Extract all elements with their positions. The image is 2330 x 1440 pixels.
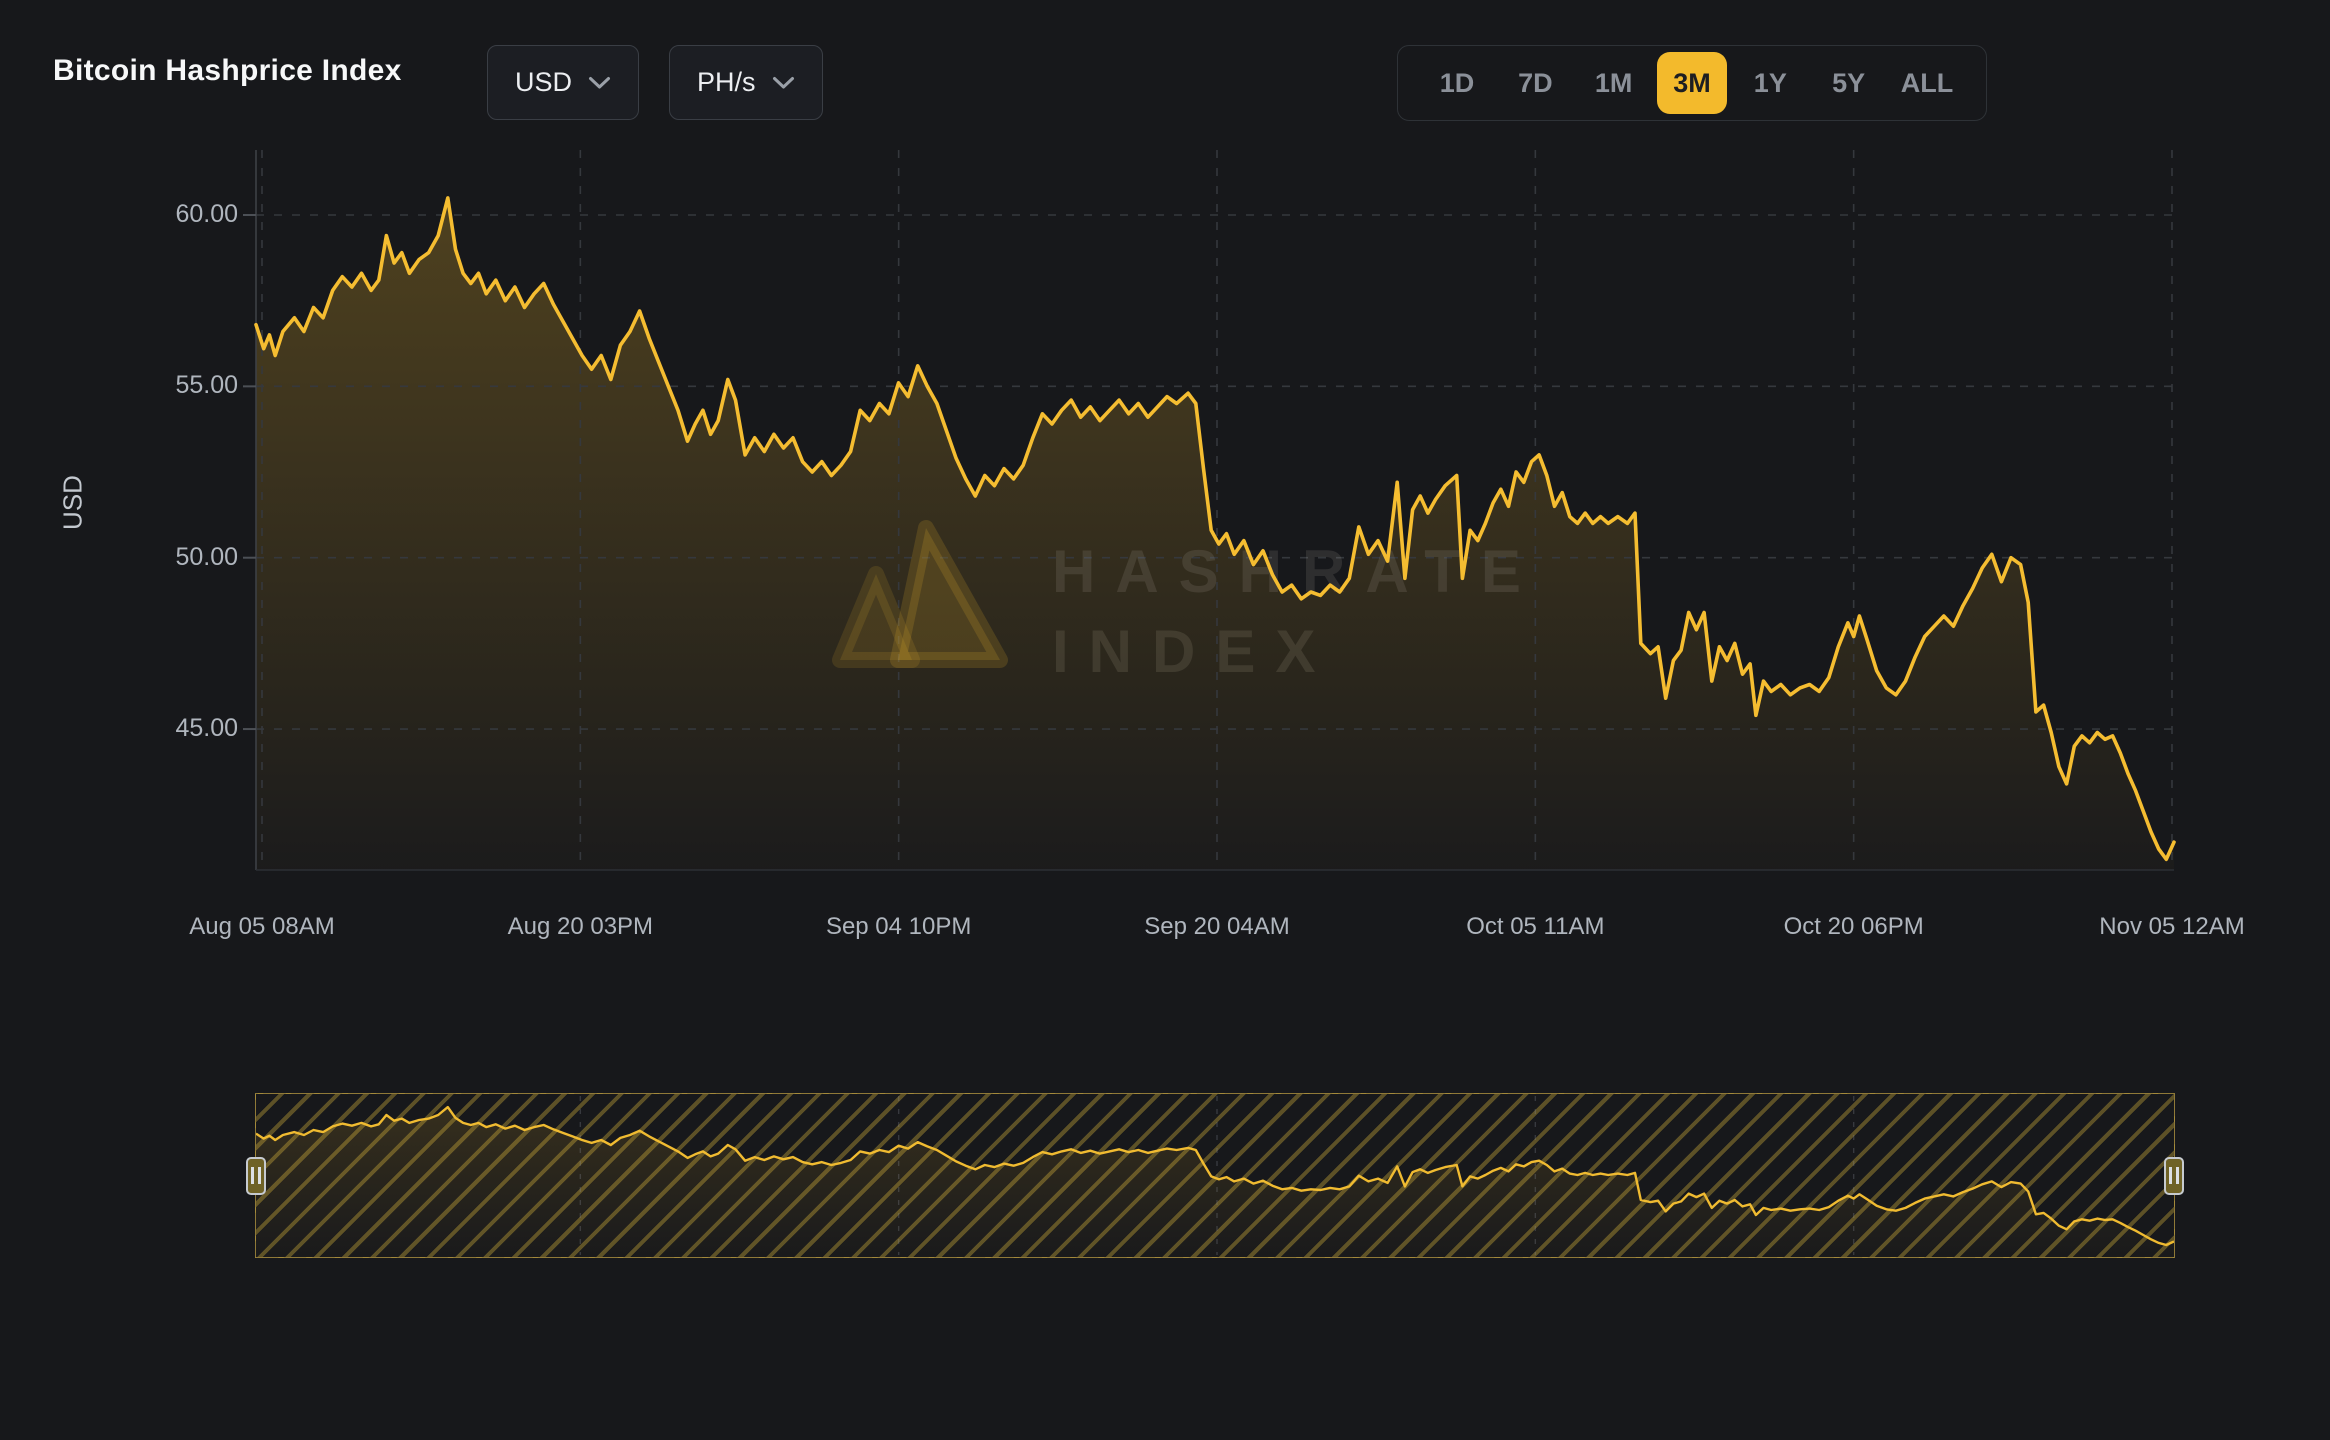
x-axis-label: Aug 05 08AM: [189, 913, 334, 941]
y-axis-label: 60.00: [118, 200, 238, 229]
watermark-line2: INDEX: [1052, 618, 1335, 685]
x-axis-label: Oct 05 11AM: [1466, 913, 1604, 941]
navigator-right-handle[interactable]: [2164, 1157, 2184, 1195]
navigator-area-fill: [256, 1107, 2174, 1257]
navigator-left-handle[interactable]: [246, 1157, 266, 1195]
x-axis-label: Sep 04 10PM: [826, 913, 971, 941]
y-axis-label: 45.00: [118, 714, 238, 743]
navigator-chart: [256, 1094, 2174, 1257]
x-axis-label: Oct 20 06PM: [1784, 913, 1924, 941]
y-axis-label: 50.00: [118, 543, 238, 572]
x-axis-label: Nov 05 12AM: [2099, 913, 2244, 941]
hashprice-dashboard: Bitcoin Hashprice Index USD PH/s 1D7D1M3…: [0, 0, 2330, 1440]
navigator-track[interactable]: [255, 1093, 2175, 1258]
price-chart[interactable]: HASHRATEINDEX: [0, 0, 2330, 1000]
y-axis-label: 55.00: [118, 371, 238, 400]
x-axis-label: Sep 20 04AM: [1144, 913, 1289, 941]
x-axis-label: Aug 20 03PM: [508, 913, 653, 941]
